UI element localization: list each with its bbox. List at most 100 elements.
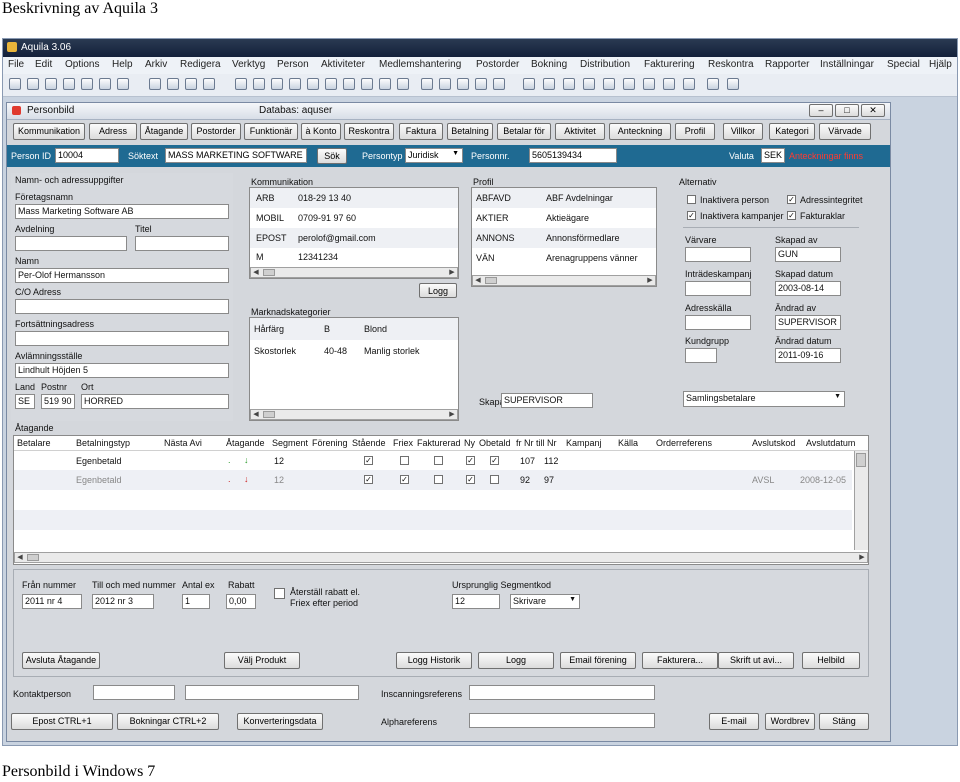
postnr-field[interactable]: 519 90: [41, 394, 75, 409]
logg-button[interactable]: Logg: [478, 652, 554, 669]
key-icon[interactable]: [289, 78, 301, 90]
menu-reskontra[interactable]: Reskontra: [708, 59, 754, 70]
tab-profil[interactable]: Profil: [675, 123, 715, 140]
namn-field[interactable]: Per-Olof Hermansson: [15, 268, 229, 283]
grid-icon[interactable]: [523, 78, 535, 90]
list-item[interactable]: ABFAVD ABF Avdelningar: [472, 188, 656, 208]
page-icon[interactable]: [203, 78, 215, 90]
intradeskampanj-field[interactable]: [685, 281, 751, 296]
check-icon[interactable]: [149, 78, 161, 90]
samlingsbetalare-dropdown[interactable]: Samlingsbetalare ▼: [683, 391, 845, 407]
money-icon[interactable]: [117, 78, 129, 90]
staende-checkbox[interactable]: ✓: [364, 475, 373, 484]
obetald-checkbox[interactable]: [490, 475, 499, 484]
form-icon[interactable]: [563, 78, 575, 90]
skapad-datum-field[interactable]: 2003-08-14: [775, 281, 841, 296]
fakturaklar-checkbox[interactable]: ✓: [787, 211, 796, 220]
profil-list[interactable]: ABFAVD ABF Avdelningar AKTIER Aktieägare…: [471, 187, 657, 287]
menu-postorder[interactable]: Postorder: [476, 59, 519, 70]
kommunikation-scrollbar[interactable]: ◀ ▶: [250, 267, 458, 278]
stang-button[interactable]: Stäng: [819, 713, 869, 730]
kontaktperson-field-1[interactable]: [93, 685, 175, 700]
tab-anteckning[interactable]: Anteckning: [609, 123, 671, 140]
inscanning-field[interactable]: [469, 685, 655, 700]
maximize-button[interactable]: □: [835, 104, 859, 117]
staende-checkbox[interactable]: ✓: [364, 456, 373, 465]
list-item[interactable]: EPOST perolof@gmail.com: [250, 228, 458, 248]
email-button[interactable]: E-mail: [709, 713, 759, 730]
friex-checkbox[interactable]: [400, 456, 409, 465]
table-row[interactable]: Egenbetald . ↓ 12 ✓ ✓ ✓ 107 112: [14, 451, 852, 470]
edit-icon[interactable]: [45, 78, 57, 90]
tab-varvade[interactable]: Värvade: [819, 123, 871, 140]
tab-a-konto[interactable]: à Konto: [301, 123, 341, 140]
help-icon[interactable]: [421, 78, 433, 90]
list-item[interactable]: ANNONS Annonsförmedlare: [472, 228, 656, 248]
tab-adress[interactable]: Adress: [89, 123, 137, 140]
scroll-right-icon[interactable]: ▶: [447, 410, 457, 419]
envelope-icon[interactable]: [475, 78, 487, 90]
stamp-icon[interactable]: [493, 78, 505, 90]
andrad-av-field[interactable]: SUPERVISOR: [775, 315, 841, 330]
document-icon[interactable]: [185, 78, 197, 90]
scroll-thumb[interactable]: [485, 277, 497, 284]
tab-faktura[interactable]: Faktura: [399, 123, 443, 140]
barcode-icon[interactable]: [307, 78, 319, 90]
logg-historik-button[interactable]: Logg Historik: [396, 652, 472, 669]
menu-aktiviteter[interactable]: Aktiviteter: [321, 59, 365, 70]
print-icon[interactable]: [643, 78, 655, 90]
fakturerad-checkbox[interactable]: [434, 475, 443, 484]
titel-field[interactable]: [135, 236, 229, 251]
invoice-icon[interactable]: [623, 78, 635, 90]
aterstall-checkbox[interactable]: [274, 588, 285, 599]
report-icon[interactable]: [81, 78, 93, 90]
kundgrupp-field[interactable]: [685, 348, 717, 363]
atagande-hscrollbar[interactable]: ◀ ▶: [14, 552, 868, 563]
list-item[interactable]: Hårfärg B Blond: [250, 318, 458, 340]
list-item[interactable]: AKTIER Aktieägare: [472, 208, 656, 228]
scroll-left-icon[interactable]: ◀: [473, 276, 483, 285]
menu-hjalp[interactable]: Hjälp: [929, 59, 952, 70]
clipboard-icon[interactable]: [397, 78, 409, 90]
note-icon[interactable]: [167, 78, 179, 90]
tab-kommunikation[interactable]: Kommunikation: [13, 123, 85, 140]
varvare-field[interactable]: [685, 247, 751, 262]
tab-postorder[interactable]: Postorder: [191, 123, 241, 140]
tab-reskontra[interactable]: Reskontra: [344, 123, 394, 140]
tab-atagande[interactable]: Åtagande: [140, 123, 188, 140]
alt-skapad-av-field[interactable]: GUN: [775, 247, 841, 262]
fakturerad-checkbox[interactable]: [434, 456, 443, 465]
personnr-field[interactable]: 5605139434: [529, 148, 617, 163]
inaktivera-person-checkbox[interactable]: [687, 195, 696, 204]
rabatt-field[interactable]: 0,00: [226, 594, 256, 609]
person-id-field[interactable]: 10004: [55, 148, 119, 163]
open-icon[interactable]: [27, 78, 39, 90]
kontaktperson-field-2[interactable]: [185, 685, 359, 700]
persontyp-dropdown[interactable]: Juridisk ▼: [405, 148, 463, 163]
konverteringsdata-button[interactable]: Konverteringsdata: [237, 713, 323, 730]
menu-verktyg[interactable]: Verktyg: [232, 59, 265, 70]
land-field[interactable]: SE: [15, 394, 35, 409]
till-field[interactable]: 2012 nr 3: [92, 594, 154, 609]
kommunikation-logg-button[interactable]: Logg: [419, 283, 457, 298]
avdelning-field[interactable]: [15, 236, 127, 251]
menu-bokning[interactable]: Bokning: [531, 59, 567, 70]
menu-options[interactable]: Options: [65, 59, 99, 70]
ny-checkbox[interactable]: ✓: [466, 475, 475, 484]
skrift-ut-avi-button[interactable]: Skrift ut avi...: [718, 652, 794, 669]
list-item[interactable]: Skostorlek 40-48 Manlig storlek: [250, 340, 458, 362]
tab-villkor[interactable]: Villkor: [723, 123, 763, 140]
marknad-scrollbar[interactable]: ◀ ▶: [250, 409, 458, 420]
antal-field[interactable]: 1: [182, 594, 210, 609]
wordbrev-button[interactable]: Wordbrev: [765, 713, 815, 730]
menu-distribution[interactable]: Distribution: [580, 59, 630, 70]
transfer-icon[interactable]: [271, 78, 283, 90]
menu-arkiv[interactable]: Arkiv: [145, 59, 167, 70]
menu-person[interactable]: Person: [277, 59, 309, 70]
kommunikation-list[interactable]: ARB 018-29 13 40 MOBIL 0709-91 97 60 EPO…: [249, 187, 459, 279]
scroll-thumb[interactable]: [856, 453, 866, 467]
exit-icon[interactable]: [707, 78, 719, 90]
scroll-thumb[interactable]: [263, 269, 275, 276]
ursprunglig-field[interactable]: 12: [452, 594, 500, 609]
skrivare-dropdown[interactable]: Skrivare ▼: [510, 594, 580, 609]
